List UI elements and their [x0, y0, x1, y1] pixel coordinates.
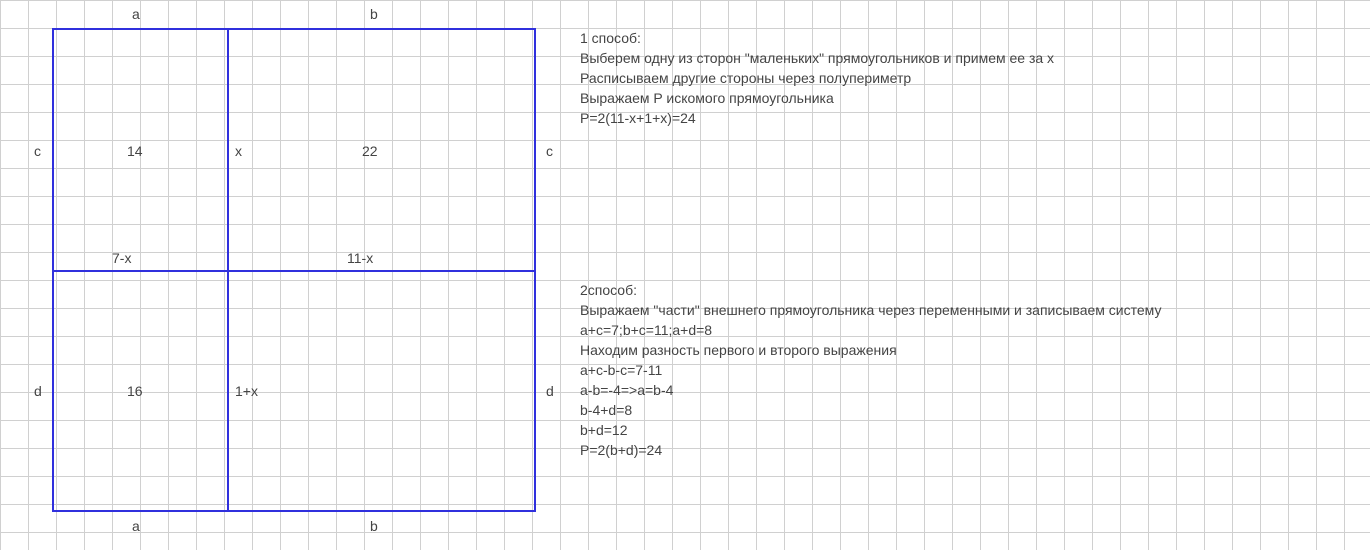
- method2-line6: b-4+d=8: [580, 400, 1161, 420]
- method2-title: 2способ:: [580, 280, 1161, 300]
- label-d-left: d: [34, 383, 42, 399]
- label-11-x: 11-x: [347, 250, 373, 266]
- rectangle-diagram: a b a b c d c d 14 22 16 x 7-x 11-x 1+x: [52, 28, 536, 512]
- label-d-right: d: [546, 383, 554, 399]
- cell-value-22: 22: [362, 143, 378, 159]
- method2-line8: P=2(b+d)=24: [580, 440, 1161, 460]
- method1-line1: Выберем одну из сторон "маленьких" прямо…: [580, 48, 1054, 68]
- horizontal-divider: [52, 270, 536, 272]
- cell-value-16: 16: [127, 383, 143, 399]
- method2-line4: a+c-b-c=7-11: [580, 360, 1161, 380]
- label-b-top: b: [370, 6, 378, 22]
- method2-line7: b+d=12: [580, 420, 1161, 440]
- label-a-top: a: [132, 6, 140, 22]
- method2-line1: Выражаем "части" внешнего прямоугольника…: [580, 300, 1161, 320]
- method2-line2: a+c=7;b+c=11;a+d=8: [580, 320, 1161, 340]
- label-b-bottom: b: [370, 518, 378, 534]
- method1-line2: Расписываем другие стороны через полупер…: [580, 68, 1054, 88]
- method-1-text: 1 способ: Выберем одну из сторон "малень…: [580, 28, 1054, 128]
- label-c-left: c: [34, 143, 41, 159]
- label-7-x: 7-x: [112, 250, 131, 266]
- method-2-text: 2способ: Выражаем "части" внешнего прямо…: [580, 280, 1161, 460]
- label-1-plus-x: 1+x: [235, 383, 258, 399]
- cell-value-14: 14: [127, 143, 143, 159]
- method1-line3: Выражаем P искомого прямоугольника: [580, 88, 1054, 108]
- method2-line5: a-b=-4=>a=b-4: [580, 380, 1161, 400]
- method1-line4: P=2(11-x+1+x)=24: [580, 108, 1054, 128]
- method2-line3: Находим разность первого и второго выраж…: [580, 340, 1161, 360]
- label-c-right: c: [546, 143, 553, 159]
- method1-title: 1 способ:: [580, 28, 1054, 48]
- label-a-bottom: a: [132, 518, 140, 534]
- label-x: x: [235, 143, 242, 159]
